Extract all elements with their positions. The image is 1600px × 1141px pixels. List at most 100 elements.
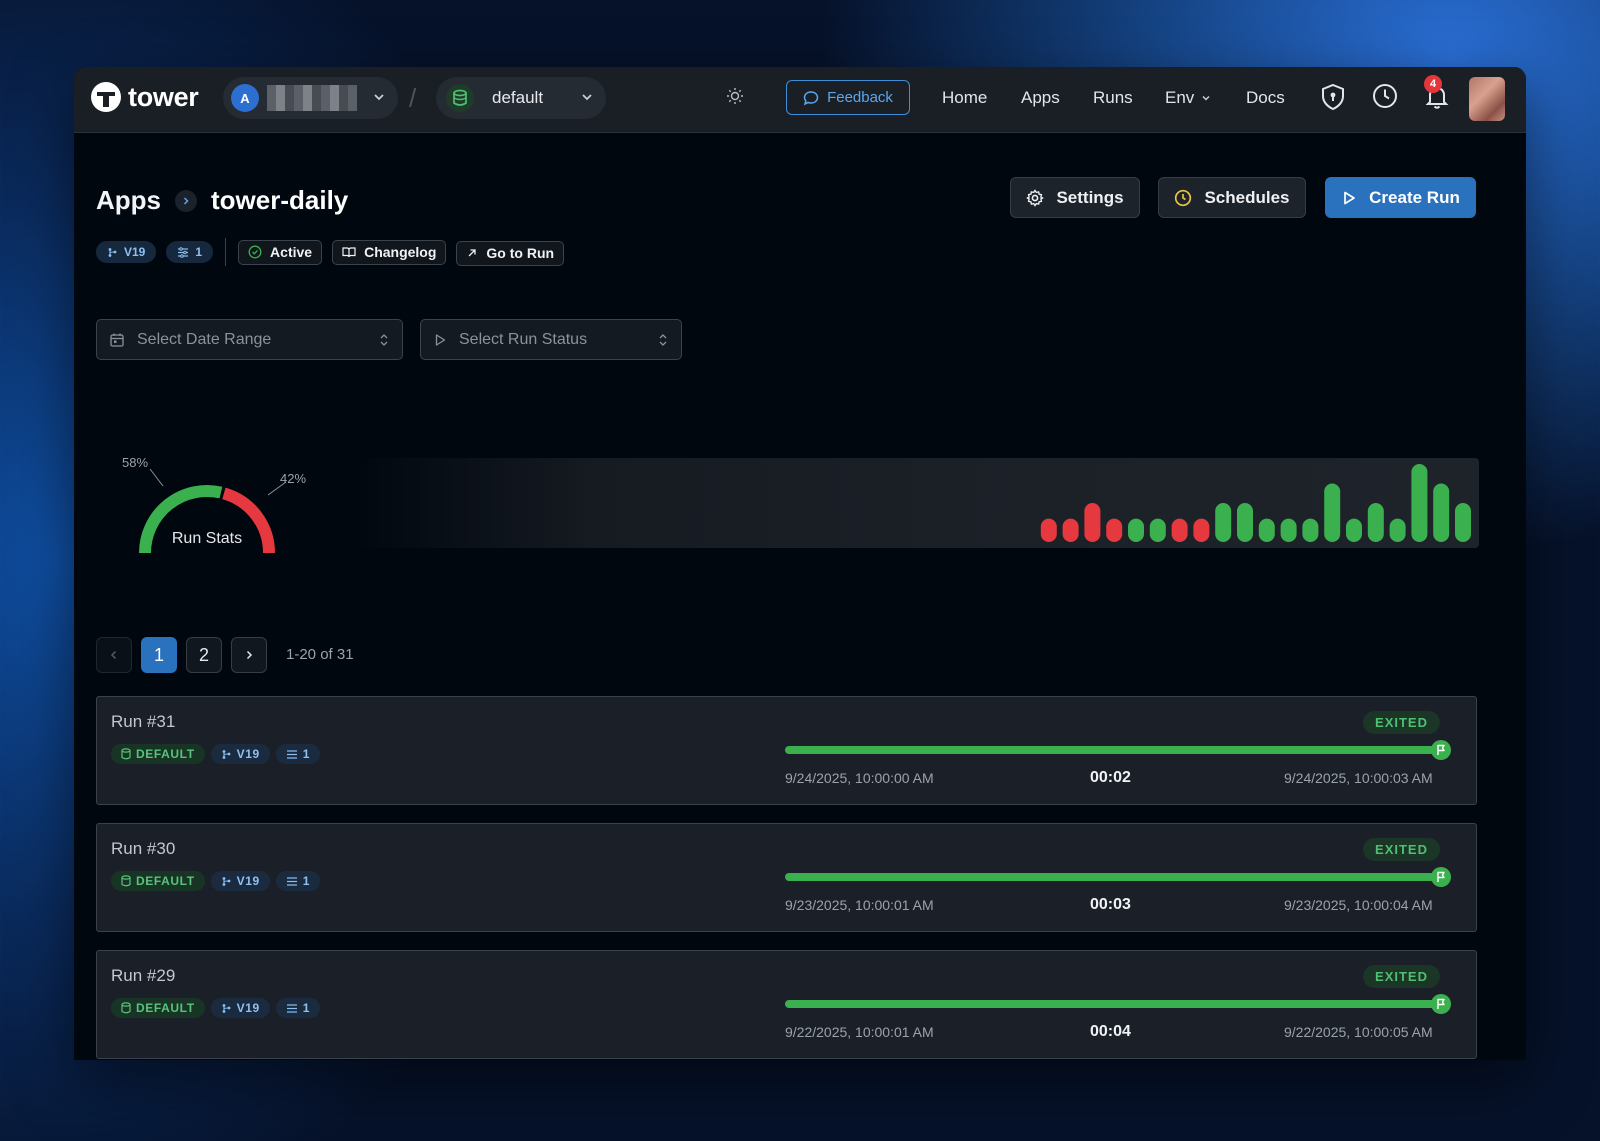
run-history-bar[interactable] xyxy=(1280,518,1297,542)
clock-icon[interactable] xyxy=(1372,83,1398,109)
user-avatar[interactable] xyxy=(1469,77,1505,121)
book-open-icon xyxy=(342,247,356,258)
nav-home[interactable]: Home xyxy=(942,88,987,108)
run-status-placeholder: Select Run Status xyxy=(459,330,588,348)
params-pill: 1 xyxy=(166,241,214,263)
run-progress-bar xyxy=(785,873,1435,881)
page-2-button[interactable]: 2 xyxy=(186,637,222,673)
database-icon xyxy=(446,84,474,112)
nav-env-label: Env xyxy=(1165,88,1195,107)
run-history-bar[interactable] xyxy=(1237,503,1253,542)
nav-runs[interactable]: Runs xyxy=(1093,88,1133,108)
run-tags: DEFAULT V19 1 xyxy=(111,871,321,891)
run-history-bar[interactable] xyxy=(1106,518,1123,542)
chevron-down-icon xyxy=(580,90,594,104)
feedback-label: Feedback xyxy=(827,89,893,106)
status-active-badge: Active xyxy=(238,239,323,265)
run-stats-gauge: 58% 42% Run Stats xyxy=(122,455,306,554)
run-history-bar[interactable] xyxy=(1193,518,1210,542)
run-history-bar[interactable] xyxy=(1324,483,1341,543)
tower-logo[interactable]: tower xyxy=(90,81,199,113)
run-duration: 00:02 xyxy=(1090,769,1131,786)
run-history-bar[interactable] xyxy=(1215,503,1232,542)
run-progress-bar xyxy=(785,1000,1435,1008)
run-card[interactable]: Run #31 DEFAULT V19 1 EXITED 9/24/2025, … xyxy=(96,696,1477,805)
run-status-badge: EXITED xyxy=(1363,838,1440,861)
feedback-button[interactable]: Feedback xyxy=(786,80,910,115)
chevron-left-icon xyxy=(110,650,117,660)
run-history-bar[interactable] xyxy=(1149,518,1166,542)
params-pill: 1 xyxy=(275,744,321,764)
run-title: Run #30 xyxy=(111,839,176,858)
branch-icon xyxy=(222,749,231,759)
chevron-down-icon xyxy=(372,90,386,104)
organization-selector[interactable]: A xyxy=(223,77,398,119)
date-range-select[interactable]: Select Date Range xyxy=(96,319,403,360)
create-run-label: Create Run xyxy=(1369,187,1460,207)
next-page-button[interactable] xyxy=(231,637,267,673)
schedules-button[interactable]: Schedules xyxy=(1158,177,1306,218)
params-count: 1 xyxy=(302,747,311,761)
run-history-bar[interactable] xyxy=(1128,518,1144,542)
version-label: V19 xyxy=(236,1001,260,1015)
branch-icon xyxy=(222,876,231,886)
logo-text: tower xyxy=(128,81,199,112)
run-history-bar[interactable] xyxy=(1455,503,1471,542)
org-name-redacted xyxy=(267,85,357,111)
chevron-updown-icon xyxy=(659,334,667,346)
create-run-button[interactable]: Create Run xyxy=(1325,177,1476,218)
params-count: 1 xyxy=(195,245,203,259)
environment-name: default xyxy=(492,88,544,107)
prev-page-button[interactable] xyxy=(96,637,132,673)
schedules-label: Schedules xyxy=(1204,187,1290,207)
sliders-icon xyxy=(286,876,297,886)
breadcrumb-slash: / xyxy=(409,83,417,113)
run-history-bar[interactable] xyxy=(1389,518,1406,542)
breadcrumb: Apps tower-daily xyxy=(96,185,348,216)
go-to-run-button[interactable]: Go to Run xyxy=(456,240,565,266)
run-status-badge: EXITED xyxy=(1363,965,1440,988)
nav-docs[interactable]: Docs xyxy=(1246,88,1285,108)
run-history-bar[interactable] xyxy=(1084,503,1101,542)
clock-icon xyxy=(1174,189,1192,207)
branch-icon xyxy=(222,1003,231,1013)
version-pill: V19 xyxy=(210,744,270,764)
run-card[interactable]: Run #29 DEFAULT V19 1 EXITED 9/22/2025, … xyxy=(96,950,1477,1059)
changelog-button[interactable]: Changelog xyxy=(332,239,447,265)
shield-icon[interactable] xyxy=(1320,83,1346,111)
env-pill: DEFAULT xyxy=(111,871,205,891)
run-tags: DEFAULT V19 1 xyxy=(111,744,321,764)
environment-selector[interactable]: default xyxy=(436,77,606,119)
env-pill: DEFAULT xyxy=(111,744,205,764)
run-history-bar[interactable] xyxy=(1040,518,1057,542)
theme-toggle-sun-icon[interactable] xyxy=(726,87,744,105)
run-title: Run #31 xyxy=(111,712,176,731)
settings-button[interactable]: Settings xyxy=(1010,177,1140,218)
params-count: 1 xyxy=(302,874,311,888)
run-history-bar[interactable] xyxy=(1258,518,1275,542)
chevron-right-icon xyxy=(175,189,197,212)
notification-count-badge: 4 xyxy=(1424,75,1442,93)
run-history-bar[interactable] xyxy=(1346,518,1362,542)
nav-env[interactable]: Env xyxy=(1165,88,1212,108)
page-1-button[interactable]: 1 xyxy=(141,637,177,673)
run-history-bar[interactable] xyxy=(1367,503,1384,542)
run-history-bar[interactable] xyxy=(1302,518,1319,542)
run-history-bar[interactable] xyxy=(1433,483,1450,543)
run-history-bar-strip xyxy=(349,458,1479,548)
breadcrumb-apps[interactable]: Apps xyxy=(96,185,161,216)
version-pill: V19 xyxy=(96,241,157,263)
run-history-bar[interactable] xyxy=(1411,464,1428,542)
run-history-bar[interactable] xyxy=(1171,518,1188,542)
settings-label: Settings xyxy=(1056,187,1124,207)
run-history-bar[interactable] xyxy=(1062,518,1079,542)
nav-apps[interactable]: Apps xyxy=(1021,88,1060,108)
run-card[interactable]: Run #30 DEFAULT V19 1 EXITED 9/23/2025, … xyxy=(96,823,1477,932)
page-title: tower-daily xyxy=(211,185,349,215)
run-end-time: 9/23/2025, 10:00:04 AM xyxy=(1284,897,1433,913)
chat-bubble-icon xyxy=(803,90,819,106)
run-status-select[interactable]: Select Run Status xyxy=(420,319,682,360)
run-title: Run #29 xyxy=(111,966,176,985)
env-pill: DEFAULT xyxy=(111,998,205,1018)
check-circle-icon xyxy=(248,245,262,259)
